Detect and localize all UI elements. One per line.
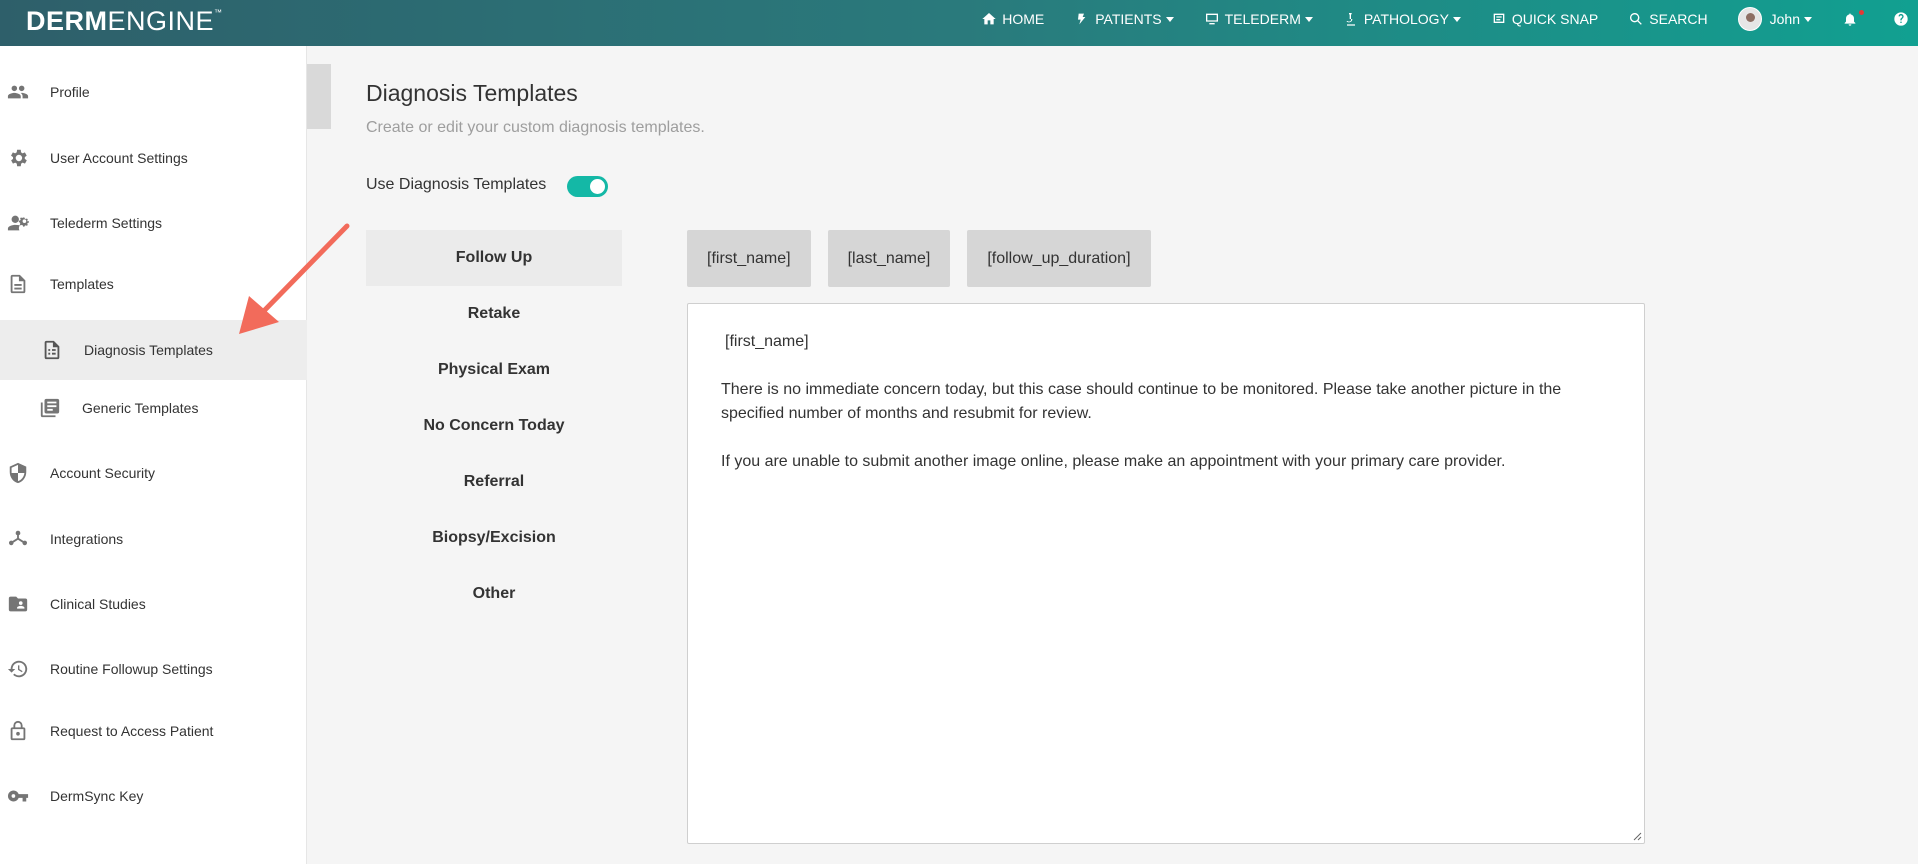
nav-search-label: SEARCH <box>1649 11 1708 27</box>
notification-dot <box>1859 10 1864 15</box>
use-diagnosis-templates-label: Use Diagnosis Templates <box>366 176 547 193</box>
page-title: Diagnosis Templates <box>366 80 578 106</box>
insert-follow-up-duration-button[interactable]: [follow_up_duration] <box>967 230 1151 287</box>
key-icon <box>6 784 30 808</box>
main-nav: HOME PATIENTS TELEDERM PATHOLOGY QUICK S… <box>981 0 1918 38</box>
template-physical-exam[interactable]: Physical Exam <box>366 342 622 398</box>
sidebar-item-label: Account Security <box>50 465 156 481</box>
template-list: Follow Up Retake Physical Exam No Concer… <box>366 230 622 622</box>
settings-sidebar: Profile User Account Settings Telederm S… <box>0 46 307 864</box>
nav-quick-snap[interactable]: QUICK SNAP <box>1491 11 1598 27</box>
integrations-icon <box>6 527 30 551</box>
folder-user-icon <box>6 592 30 616</box>
template-retake[interactable]: Retake <box>366 286 622 342</box>
sidebar-item-dermsync-key[interactable]: DermSync Key <box>0 771 307 821</box>
user-settings-icon <box>6 211 30 235</box>
sidebar-item-label: Routine Followup Settings <box>50 661 213 677</box>
nav-notifications[interactable] <box>1842 10 1864 27</box>
nav-home-label: HOME <box>1002 11 1045 27</box>
editor-line-first-name: [first_name] <box>725 333 809 350</box>
template-follow-up[interactable]: Follow Up <box>366 230 622 286</box>
logo-text-engine: ENGINE <box>107 6 215 36</box>
sidebar-item-label: User Account Settings <box>50 150 188 166</box>
shield-icon <box>6 461 30 485</box>
chevron-down-icon <box>1452 16 1461 22</box>
sidebar-item-clinical-studies[interactable]: Clinical Studies <box>0 579 307 629</box>
sidebar-item-routine-followup-settings[interactable]: Routine Followup Settings <box>0 644 307 694</box>
nav-patients-label: PATIENTS <box>1095 11 1162 27</box>
logo-text-derm: DERM <box>26 6 108 36</box>
nav-telederm-label: TELEDERM <box>1224 11 1301 27</box>
nav-quick-snap-label: QUICK SNAP <box>1511 11 1599 27</box>
avatar <box>1737 7 1762 31</box>
gear-icon <box>6 146 30 170</box>
sidebar-item-label: Telederm Settings <box>50 215 163 231</box>
scrollbar-handle[interactable] <box>307 64 331 129</box>
nav-user-menu[interactable]: John <box>1737 7 1812 31</box>
chevron-down-icon <box>1804 16 1812 22</box>
sidebar-item-label: Integrations <box>50 531 124 547</box>
bell-icon <box>1842 11 1858 27</box>
template-biopsy-excision[interactable]: Biopsy/Excision <box>366 510 622 566</box>
sidebar-item-generic-templates[interactable]: Generic Templates <box>0 383 307 433</box>
template-other[interactable]: Other <box>366 566 622 622</box>
chevron-down-icon <box>1304 16 1313 22</box>
nav-patients[interactable]: PATIENTS <box>1074 11 1174 27</box>
top-navbar: DERMENGINE™ HOME PATIENTS TELEDERM PATHO… <box>0 0 1918 46</box>
sidebar-item-profile[interactable]: Profile <box>0 67 307 117</box>
sidebar-item-label: Templates <box>50 276 114 292</box>
sidebar-item-label: Diagnosis Templates <box>84 342 213 358</box>
search-icon <box>1628 11 1644 27</box>
sidebar-item-user-account-settings[interactable]: User Account Settings <box>0 133 307 183</box>
nav-telederm[interactable]: TELEDERM <box>1204 11 1313 27</box>
library-icon <box>38 396 62 420</box>
sidebar-item-label: Clinical Studies <box>50 596 146 612</box>
document-list-icon <box>40 338 64 362</box>
editor-paragraph-2: If you are unable to submit another imag… <box>721 453 1506 470</box>
sidebar-item-label: Request to Access Patient <box>50 723 214 739</box>
quick-snap-icon <box>1491 11 1507 27</box>
page-subtitle: Create or edit your custom diagnosis tem… <box>366 119 705 136</box>
microscope-icon <box>1343 11 1359 27</box>
annotation-arrow-icon <box>239 223 350 334</box>
nav-help[interactable] <box>1893 11 1914 27</box>
home-icon <box>981 11 997 27</box>
lock-icon <box>6 719 30 743</box>
template-no-concern-today[interactable]: No Concern Today <box>366 398 622 454</box>
history-icon <box>6 657 30 681</box>
editor-paragraph-1: There is no immediate concern today, but… <box>721 381 1562 422</box>
insert-last-name-button[interactable]: [last_name] <box>827 230 951 287</box>
sidebar-item-label: DermSync Key <box>50 788 144 804</box>
people-icon <box>6 80 30 104</box>
nav-search[interactable]: SEARCH <box>1628 11 1708 27</box>
dermengine-logo[interactable]: DERMENGINE™ <box>26 6 223 37</box>
resize-grip-icon[interactable] <box>1632 831 1642 841</box>
use-diagnosis-templates-toggle[interactable] <box>567 176 608 197</box>
nav-home[interactable]: HOME <box>981 11 1044 27</box>
nav-user-name: John <box>1769 11 1800 27</box>
help-icon <box>1893 11 1909 27</box>
telederm-icon <box>1204 11 1220 27</box>
placeholder-buttons: [first_name] [last_name] [follow_up_dura… <box>687 230 1168 287</box>
nav-pathology-label: PATHOLOGY <box>1363 11 1449 27</box>
patients-icon <box>1074 11 1090 27</box>
chevron-down-icon <box>1165 16 1174 22</box>
sidebar-item-request-access-patient[interactable]: Request to Access Patient <box>0 706 307 756</box>
document-icon <box>6 272 30 296</box>
sidebar-item-account-security[interactable]: Account Security <box>0 448 307 498</box>
template-referral[interactable]: Referral <box>366 454 622 510</box>
logo-trademark: ™ <box>214 8 223 17</box>
sidebar-item-label: Profile <box>50 84 90 100</box>
nav-pathology[interactable]: PATHOLOGY <box>1343 11 1461 27</box>
template-text-editor[interactable]: [first_name] There is no immediate conce… <box>687 303 1645 844</box>
insert-first-name-button[interactable]: [first_name] <box>687 230 811 287</box>
sidebar-item-integrations[interactable]: Integrations <box>0 514 307 564</box>
sidebar-item-label: Generic Templates <box>82 400 199 416</box>
